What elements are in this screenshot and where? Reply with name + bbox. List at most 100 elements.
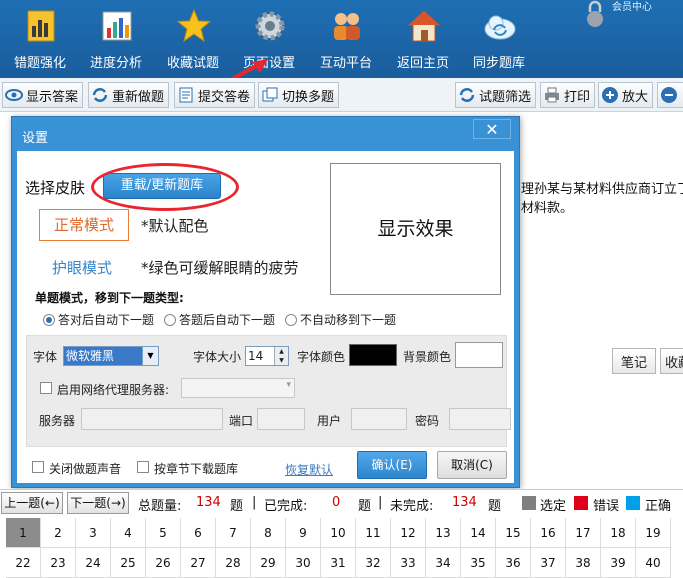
- question-number-cell[interactable]: 5: [146, 518, 181, 548]
- nav-home[interactable]: 返回主页: [387, 0, 459, 78]
- printer-icon: [545, 87, 559, 103]
- windows-icon: [262, 87, 278, 102]
- zoom-in-button[interactable]: 放大: [598, 82, 654, 108]
- chapter-download-checkbox[interactable]: [137, 461, 149, 473]
- question-number-cell[interactable]: 10: [321, 518, 356, 548]
- port-input[interactable]: [257, 408, 305, 430]
- question-number-cell[interactable]: 25: [111, 548, 146, 578]
- bg-color-swatch[interactable]: [455, 342, 503, 368]
- server-input[interactable]: [81, 408, 223, 430]
- radio-no-auto-next[interactable]: [285, 313, 298, 326]
- question-number-cell[interactable]: 31: [321, 548, 356, 578]
- plus-circle-icon: [602, 87, 618, 103]
- restore-default-link[interactable]: 恢复默认: [285, 461, 333, 478]
- question-number-cell[interactable]: 6: [181, 518, 216, 548]
- question-number-cell[interactable]: 28: [216, 548, 251, 578]
- question-number-cell[interactable]: 11: [356, 518, 391, 548]
- question-number-cell[interactable]: 24: [76, 548, 111, 578]
- eye-care-mode-button[interactable]: 护眼模式: [52, 257, 112, 278]
- spin-up-icon[interactable]: ▲: [274, 347, 288, 356]
- question-number-cell[interactable]: 35: [461, 548, 496, 578]
- show-answer-button[interactable]: 显示答案: [2, 82, 84, 108]
- prev-question-button[interactable]: 上一题(←): [1, 492, 63, 514]
- question-number-cell[interactable]: 39: [601, 548, 636, 578]
- font-select[interactable]: 微软雅黑 ▼: [63, 346, 159, 366]
- question-number-cell[interactable]: 18: [601, 518, 636, 548]
- question-number-cell[interactable]: 32: [356, 548, 391, 578]
- next-question-button[interactable]: 下一题(→): [67, 492, 129, 514]
- print-button[interactable]: 打印: [540, 82, 596, 108]
- font-size-stepper[interactable]: 14 ▲ ▼: [245, 346, 289, 366]
- legend-correct-swatch: [626, 496, 640, 510]
- question-number-cell[interactable]: 26: [146, 548, 181, 578]
- nav-interactive[interactable]: 互动平台: [310, 0, 382, 78]
- nav-wrong-questions[interactable]: 错题强化: [4, 0, 76, 78]
- question-number-cell[interactable]: 23: [41, 548, 76, 578]
- question-number-cell[interactable]: 12: [391, 518, 426, 548]
- mute-label: 关闭做题声音: [49, 462, 122, 476]
- nav-progress[interactable]: 进度分析: [80, 0, 152, 78]
- question-number-cell[interactable]: 2: [41, 518, 76, 548]
- radio-label: 答对后自动下一题: [58, 313, 155, 327]
- port-label: 端口: [229, 414, 254, 428]
- question-number-cell[interactable]: 8: [251, 518, 286, 548]
- question-number-cell[interactable]: 27: [181, 548, 216, 578]
- question-number-cell[interactable]: 22: [6, 548, 41, 578]
- question-number-grid: 1 2 3 4 5 6 7 8 9 10 11 12 13 14 15 16 17 18 19 22 23 24 25 26 2…: [6, 518, 674, 578]
- user-input[interactable]: [351, 408, 407, 430]
- question-number-cell[interactable]: 13: [426, 518, 461, 548]
- question-number-cell[interactable]: 19: [636, 518, 671, 548]
- question-number-cell[interactable]: 34: [426, 548, 461, 578]
- legend-selected-label: 选定: [540, 499, 567, 514]
- chart-book-icon: [27, 10, 55, 42]
- question-number-cell[interactable]: 29: [251, 548, 286, 578]
- star-icon: [177, 8, 211, 43]
- question-number-cell[interactable]: 3: [76, 518, 111, 548]
- normal-mode-button[interactable]: 正常模式: [39, 209, 129, 241]
- question-number-cell[interactable]: 1: [6, 518, 41, 548]
- member-center-link[interactable]: 会员中心: [612, 0, 683, 13]
- chapter-download-label: 按章节下载题库: [154, 462, 239, 476]
- cancel-button[interactable]: 取消(C): [437, 451, 507, 479]
- question-number-cell[interactable]: 7: [216, 518, 251, 548]
- refresh-icon: [92, 88, 108, 102]
- switch-multi-button[interactable]: 切换多题: [258, 82, 340, 108]
- nav-label: 错题强化: [13, 56, 66, 71]
- question-number-cell[interactable]: 30: [286, 548, 321, 578]
- redo-button[interactable]: 重新做题: [88, 82, 170, 108]
- font-size-label: 字体大小: [193, 350, 242, 364]
- radio-auto-next-answered[interactable]: [164, 313, 177, 326]
- proxy-checkbox[interactable]: [40, 382, 52, 394]
- question-number-cell[interactable]: 33: [391, 548, 426, 578]
- ok-button[interactable]: 确认(E): [357, 451, 427, 479]
- question-number-cell[interactable]: 36: [496, 548, 531, 578]
- font-color-swatch[interactable]: [349, 344, 397, 366]
- question-number-cell[interactable]: 16: [531, 518, 566, 548]
- radio-auto-next-correct[interactable]: [43, 313, 55, 326]
- note-button[interactable]: 笔记: [612, 348, 656, 374]
- proxy-type-select[interactable]: [181, 378, 295, 398]
- collect-button[interactable]: 收藏: [660, 348, 683, 374]
- password-input[interactable]: [449, 408, 511, 430]
- undone-value: 134: [452, 495, 477, 510]
- lock-icon[interactable]: [584, 0, 606, 28]
- submit-button[interactable]: 提交答卷: [174, 82, 256, 108]
- zoom-out-button[interactable]: [657, 82, 683, 108]
- question-number-cell[interactable]: 37: [531, 548, 566, 578]
- question-number-cell[interactable]: 40: [636, 548, 671, 578]
- question-number-cell[interactable]: 15: [496, 518, 531, 548]
- chevron-down-icon: ▼: [142, 347, 158, 365]
- done-label: 已完成:: [264, 499, 308, 514]
- skin-label: 选择皮肤: [25, 179, 86, 197]
- close-button[interactable]: ✕: [473, 119, 511, 139]
- nav-sync[interactable]: 同步题库: [463, 0, 535, 78]
- question-number-cell[interactable]: 17: [566, 518, 601, 548]
- question-number-cell[interactable]: 4: [111, 518, 146, 548]
- question-number-cell[interactable]: 14: [461, 518, 496, 548]
- question-number-cell[interactable]: 9: [286, 518, 321, 548]
- question-number-cell[interactable]: 38: [566, 548, 601, 578]
- spin-down-icon[interactable]: ▼: [274, 356, 288, 365]
- filter-button[interactable]: 试题筛选: [455, 82, 537, 108]
- mute-checkbox[interactable]: [32, 461, 44, 473]
- normal-mode-description: *默认配色: [141, 217, 209, 235]
